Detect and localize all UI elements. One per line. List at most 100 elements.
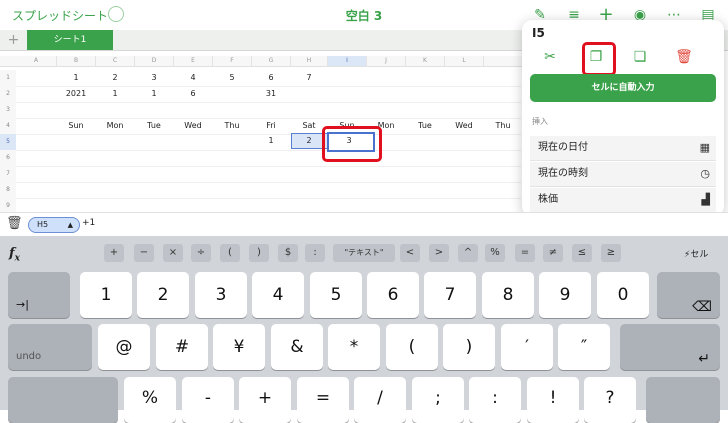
column-header-g[interactable]: G [252, 56, 291, 67]
operator-equals[interactable]: = [515, 244, 535, 262]
cell-b4[interactable]: Sun [57, 118, 95, 134]
key-colon[interactable]: : [469, 377, 521, 423]
key-9[interactable]: 9 [539, 272, 591, 318]
cell-d1[interactable]: 3 [135, 70, 173, 86]
operator-minus[interactable]: − [134, 244, 154, 262]
operator-plus[interactable]: + [104, 244, 124, 262]
operator-dollar[interactable]: $ [278, 244, 298, 262]
key-asterisk[interactable]: * [328, 324, 380, 370]
column-header-a[interactable]: A [16, 56, 57, 67]
backspace-key[interactable]: ⌫ [657, 272, 720, 318]
function-icon[interactable]: fx [9, 246, 20, 264]
column-header-j[interactable]: J [367, 56, 406, 67]
key-minus[interactable]: - [182, 377, 234, 423]
cell-m4[interactable]: Thu [484, 118, 522, 134]
cell-c1[interactable]: 2 [96, 70, 134, 86]
column-header-f[interactable]: F [213, 56, 252, 67]
column-header-d[interactable]: D [135, 56, 174, 67]
shift-key[interactable] [8, 377, 118, 423]
cell-e1[interactable]: 4 [174, 70, 212, 86]
cell-f4[interactable]: Thu [213, 118, 251, 134]
key-2[interactable]: 2 [137, 272, 189, 318]
key-plus[interactable]: + [239, 377, 291, 423]
row-header-5[interactable]: 5 [0, 134, 16, 151]
column-header-m[interactable] [484, 56, 523, 67]
cell-b1[interactable]: 1 [57, 70, 95, 86]
cell-g1[interactable]: 6 [252, 70, 290, 86]
key-8[interactable]: 8 [482, 272, 534, 318]
tab-key[interactable]: →| [8, 272, 70, 318]
trash-icon[interactable]: 🗑 [6, 216, 23, 231]
cell-reference-token[interactable]: H5 ▲ [28, 217, 80, 233]
column-header-i[interactable]: I [328, 56, 367, 67]
undo-key[interactable]: undo [8, 324, 92, 370]
key-7[interactable]: 7 [424, 272, 476, 318]
cell-g5[interactable]: 1 [252, 133, 290, 149]
cell-g4[interactable]: Fri [252, 118, 290, 134]
row-header-6[interactable]: 6 [0, 150, 16, 167]
insert-current-time[interactable]: 現在の時刻 ◷ [530, 162, 716, 187]
key-close-paren[interactable]: ) [443, 324, 495, 370]
column-header-k[interactable]: K [406, 56, 445, 67]
cell-d4[interactable]: Tue [135, 118, 173, 134]
key-1[interactable]: 1 [80, 272, 132, 318]
operator-multiply[interactable]: × [163, 244, 183, 262]
cell-h1[interactable]: 7 [291, 70, 327, 86]
cut-icon[interactable]: ✂ [540, 48, 560, 66]
key-3[interactable]: 3 [195, 272, 247, 318]
key-percent[interactable]: % [124, 377, 176, 423]
row-header-2[interactable]: 2 [0, 86, 16, 103]
operator-colon[interactable]: : [305, 244, 325, 262]
formula-expression[interactable]: +1 [82, 218, 95, 228]
cell-l4[interactable]: Wed [445, 118, 483, 134]
operator-caret[interactable]: ^ [458, 244, 478, 262]
cell-e4[interactable]: Wed [174, 118, 212, 134]
column-header-b[interactable]: B [57, 56, 96, 67]
cell-g2[interactable]: 31 [252, 86, 290, 102]
add-sheet-button[interactable]: + [0, 30, 27, 50]
key-6[interactable]: 6 [367, 272, 419, 318]
shift-key-right[interactable] [646, 377, 720, 423]
column-header-e[interactable]: E [174, 56, 213, 67]
key-yen[interactable]: ¥ [213, 324, 265, 370]
column-header-l[interactable]: L [445, 56, 484, 67]
operator-close-paren[interactable]: ) [249, 244, 269, 262]
key-exclamation[interactable]: ! [527, 377, 579, 423]
insert-current-date[interactable]: 現在の日付 ▦ [530, 136, 716, 161]
operator-less-equal[interactable]: ≤ [572, 244, 592, 262]
operator-percent[interactable]: % [485, 244, 505, 262]
operator-not-equal[interactable]: ≠ [543, 244, 563, 262]
row-header-7[interactable]: 7 [0, 166, 16, 183]
operator-text[interactable]: "テキスト" [333, 244, 395, 262]
cell-f1[interactable]: 5 [213, 70, 251, 86]
cell-b2[interactable]: 2021 [57, 86, 95, 102]
key-4[interactable]: 4 [252, 272, 304, 318]
insert-stock[interactable]: 株価 ▟ [530, 188, 716, 213]
operator-open-paren[interactable]: ( [220, 244, 240, 262]
operator-greater-equal[interactable]: ≥ [601, 244, 621, 262]
row-header-1[interactable]: 1 [0, 70, 16, 87]
key-5[interactable]: 5 [310, 272, 362, 318]
key-at[interactable]: @ [98, 324, 150, 370]
key-double-prime[interactable]: ″ [558, 324, 610, 370]
cell-e2[interactable]: 6 [174, 86, 212, 102]
row-header-4[interactable]: 4 [0, 118, 16, 135]
key-prime[interactable]: ′ [501, 324, 553, 370]
operator-greater-than[interactable]: > [429, 244, 449, 262]
return-key[interactable]: ↵ [620, 324, 720, 370]
tab-sheet1[interactable]: シート1 [27, 30, 113, 50]
cell-reference-key[interactable]: ⚡セル [684, 247, 708, 260]
autofill-cells-button[interactable]: セルに自動入力 [530, 74, 716, 102]
key-open-paren[interactable]: ( [386, 324, 438, 370]
delete-icon[interactable]: 🗑 [674, 48, 694, 66]
cell-k4[interactable]: Tue [406, 118, 444, 134]
cell-d2[interactable]: 1 [135, 86, 173, 102]
key-equals[interactable]: = [297, 377, 349, 423]
key-ampersand[interactable]: & [271, 324, 323, 370]
key-question[interactable]: ? [584, 377, 636, 423]
row-header-8[interactable]: 8 [0, 182, 16, 199]
paste-icon[interactable]: ❏ [630, 48, 650, 66]
operator-less-than[interactable]: < [400, 244, 420, 262]
cell-c2[interactable]: 1 [96, 86, 134, 102]
row-header-3[interactable]: 3 [0, 102, 16, 119]
